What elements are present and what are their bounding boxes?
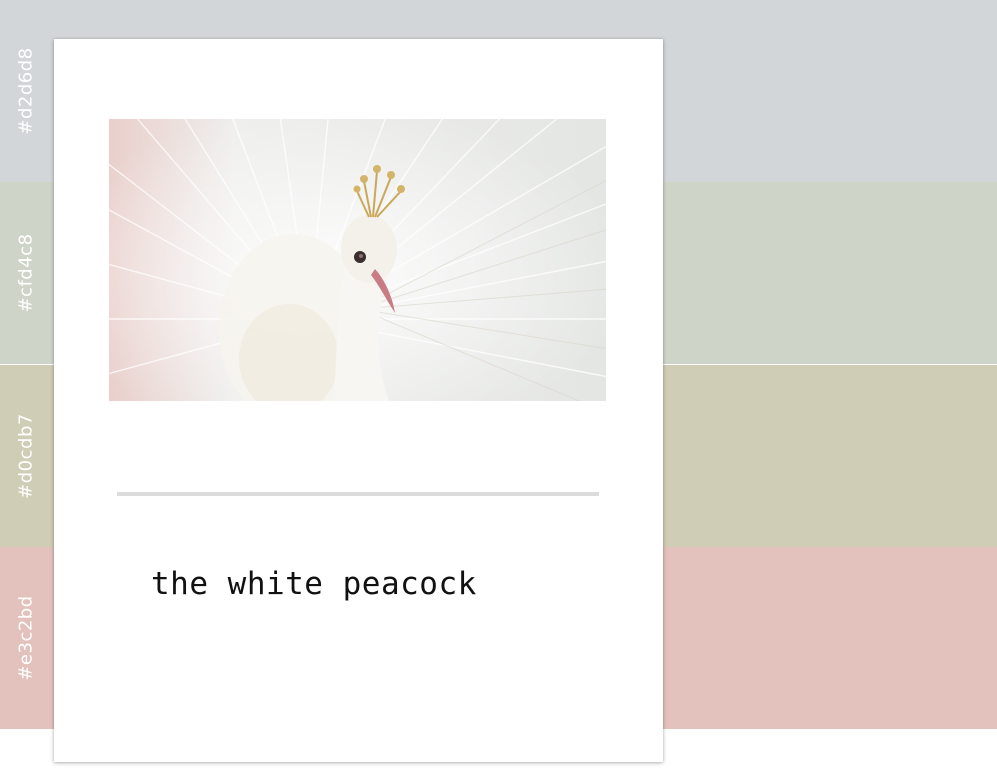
card-divider [117, 492, 599, 496]
swatch-hex-label: #d2d6d8 [15, 47, 37, 135]
swatch-hex-label: #d0cdb7 [15, 413, 37, 499]
photo-caption: the white peacock [151, 566, 477, 602]
peacock-photo [109, 119, 606, 401]
swatch-hex-label: #e3c2bd [15, 595, 37, 681]
swatch-hex-label: #cfd4c8 [15, 233, 37, 313]
photo-card: the white peacock [54, 39, 663, 762]
